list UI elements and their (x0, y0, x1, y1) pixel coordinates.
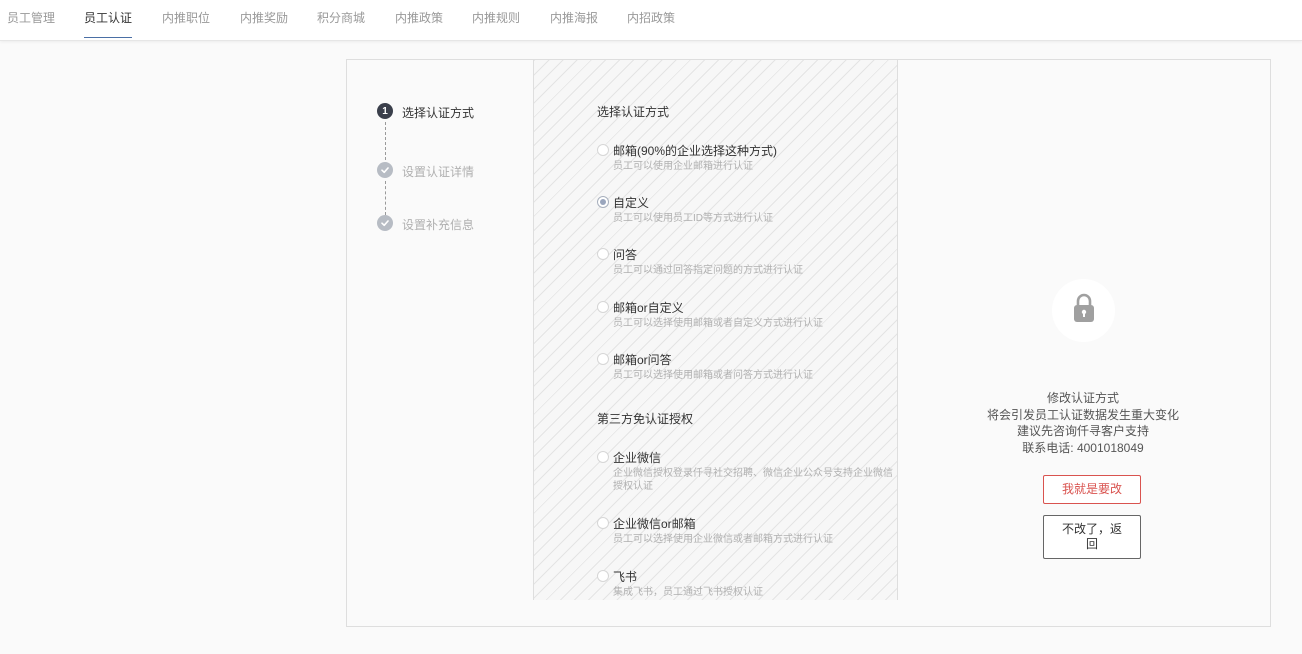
lock-badge (1052, 279, 1115, 342)
option-title: 邮箱(90%的企业选择这种方式) (613, 144, 778, 158)
radio-button[interactable] (597, 570, 609, 582)
option-description: 集成飞书，员工通过飞书授权认证 (613, 587, 763, 598)
option-title: 企业微信or邮箱 (613, 517, 696, 531)
check-icon (377, 162, 393, 178)
option-title: 问答 (613, 248, 638, 262)
step-label: 选择认证方式 (402, 106, 475, 120)
change-warning-notice: 修改认证方式 将会引发员工认证数据发生重大变化 建议先咨询仟寻客户支持 联系电话… (973, 390, 1193, 456)
tab-employee-management[interactable]: 员工管理 (7, 0, 55, 40)
radio-button[interactable] (597, 517, 609, 529)
option-description: 员工可以通过回答指定问题的方式进行认证 (613, 265, 803, 276)
check-icon (377, 215, 393, 231)
radio-button[interactable] (597, 301, 609, 313)
option-title: 飞书 (613, 570, 638, 584)
cancel-back-button[interactable]: 不改了，返回 (1043, 515, 1141, 559)
option-description: 员工可以选择使用邮箱或者自定义方式进行认证 (613, 318, 823, 329)
option-description: 员工可以使用企业邮箱进行认证 (613, 161, 753, 172)
tab-referral-rules[interactable]: 内推规则 (472, 0, 520, 40)
lock-icon (1072, 292, 1096, 329)
tab-referral-poster[interactable]: 内推海报 (550, 0, 598, 40)
confirm-change-button[interactable]: 我就是要改 (1043, 475, 1141, 504)
section-title-third-party: 第三方免认证授权 (597, 412, 694, 426)
option-description: 员工可以使用员工ID等方式进行认证 (613, 213, 773, 224)
step-number-badge: 1 (377, 103, 393, 119)
step-connector (385, 181, 386, 215)
contact-phone: 联系电话: 4001018049 (1022, 440, 1144, 455)
option-description: 员工可以选择使用邮箱或者问答方式进行认证 (613, 370, 813, 381)
tab-points-mall[interactable]: 积分商城 (317, 0, 365, 40)
top-tab-bar: 员工管理 员工认证 内推职位 内推奖励 积分商城 内推政策 内推规则 内推海报 … (0, 0, 1302, 41)
step-label: 设置认证详情 (402, 165, 475, 179)
radio-button[interactable] (597, 451, 609, 463)
tab-internal-recruit-policy[interactable]: 内招政策 (627, 0, 675, 40)
tab-referral-positions[interactable]: 内推职位 (162, 0, 210, 40)
option-title: 自定义 (613, 196, 650, 210)
radio-button[interactable] (597, 353, 609, 365)
option-title: 企业微信 (613, 451, 662, 465)
verification-options-list: 选择认证方式 邮箱(90%的企业选择这种方式) 员工可以使用企业邮箱进行认证 自… (533, 60, 898, 600)
notice-line: 将会引发员工认证数据发生重大变化 (986, 407, 1179, 422)
option-description: 员工可以选择使用企业微信或者邮箱方式进行认证 (613, 534, 833, 545)
radio-button[interactable] (597, 248, 609, 260)
tab-referral-rewards[interactable]: 内推奖励 (240, 0, 288, 40)
radio-button[interactable] (597, 196, 609, 208)
verification-panel: 1 选择认证方式 设置认证详情 设置补充信息 选择认证方式 邮箱(90%的企业选… (346, 59, 1271, 627)
notice-line: 建议先咨询仟寻客户支持 (1016, 424, 1149, 438)
tab-referral-policy[interactable]: 内推政策 (395, 0, 443, 40)
step-connector (385, 122, 386, 160)
notice-line: 修改认证方式 (1046, 391, 1119, 405)
tab-employee-verification[interactable]: 员工认证 (84, 0, 133, 40)
step-label: 设置补充信息 (402, 218, 475, 232)
option-description: 企业微信授权登录仟寻社交招聘、微信企业公众号支持企业微信授权认证 (613, 468, 893, 492)
section-title-methods: 选择认证方式 (597, 105, 670, 119)
option-title: 邮箱or问答 (613, 353, 672, 367)
radio-button[interactable] (597, 144, 609, 156)
option-title: 邮箱or自定义 (613, 301, 684, 315)
